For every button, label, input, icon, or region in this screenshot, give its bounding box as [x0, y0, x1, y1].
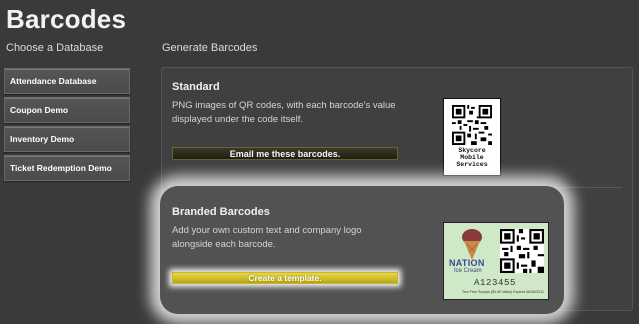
brand-subtitle: Ice Cream [454, 268, 482, 274]
database-item-inventory[interactable]: Inventory Demo [4, 126, 130, 152]
barcode-value: A123455 [474, 278, 517, 288]
qr-code-icon [452, 105, 492, 145]
standard-title: Standard [172, 81, 220, 93]
fine-print: Two Free Scoops ($1.50 Value) Expires 06… [462, 290, 544, 294]
database-item-coupon[interactable]: Coupon Demo [4, 97, 130, 123]
choose-database-heading: Choose a Database [6, 42, 104, 54]
brand-name: NATION [449, 258, 485, 268]
database-item-attendance[interactable]: Attendance Database [4, 68, 130, 94]
branded-description: Add your own custom text and company log… [172, 225, 362, 250]
generate-barcodes-heading: Generate Barcodes [162, 42, 258, 54]
standard-description: PNG images of QR codes, with each barcod… [172, 100, 396, 125]
branded-qr-code-icon [500, 229, 544, 273]
qr-caption: Skycore Mobile Services [456, 147, 487, 168]
database-item-ticket-redemption[interactable]: Ticket Redemption Demo [4, 155, 130, 181]
database-list: Attendance Database Coupon Demo Inventor… [4, 68, 130, 184]
standard-sample-qr: Skycore Mobile Services [443, 98, 501, 176]
create-template-button[interactable]: Create a template. [172, 272, 398, 284]
qr-caption-line: Skycore [458, 147, 486, 154]
ice-cream-cone-icon [462, 229, 482, 260]
email-barcodes-button[interactable]: Email me these barcodes. [172, 147, 398, 160]
page-title: Barcodes [6, 4, 127, 34]
qr-caption-line: Services [456, 161, 488, 168]
branded-sample-card: NATION Ice Cream A123455 Two Free Scoops… [443, 222, 549, 300]
branded-title: Branded Barcodes [172, 206, 270, 218]
barcodes-page: Barcodes Choose a Database Attendance Da… [0, 0, 639, 324]
qr-caption-line: Mobile [460, 154, 484, 161]
